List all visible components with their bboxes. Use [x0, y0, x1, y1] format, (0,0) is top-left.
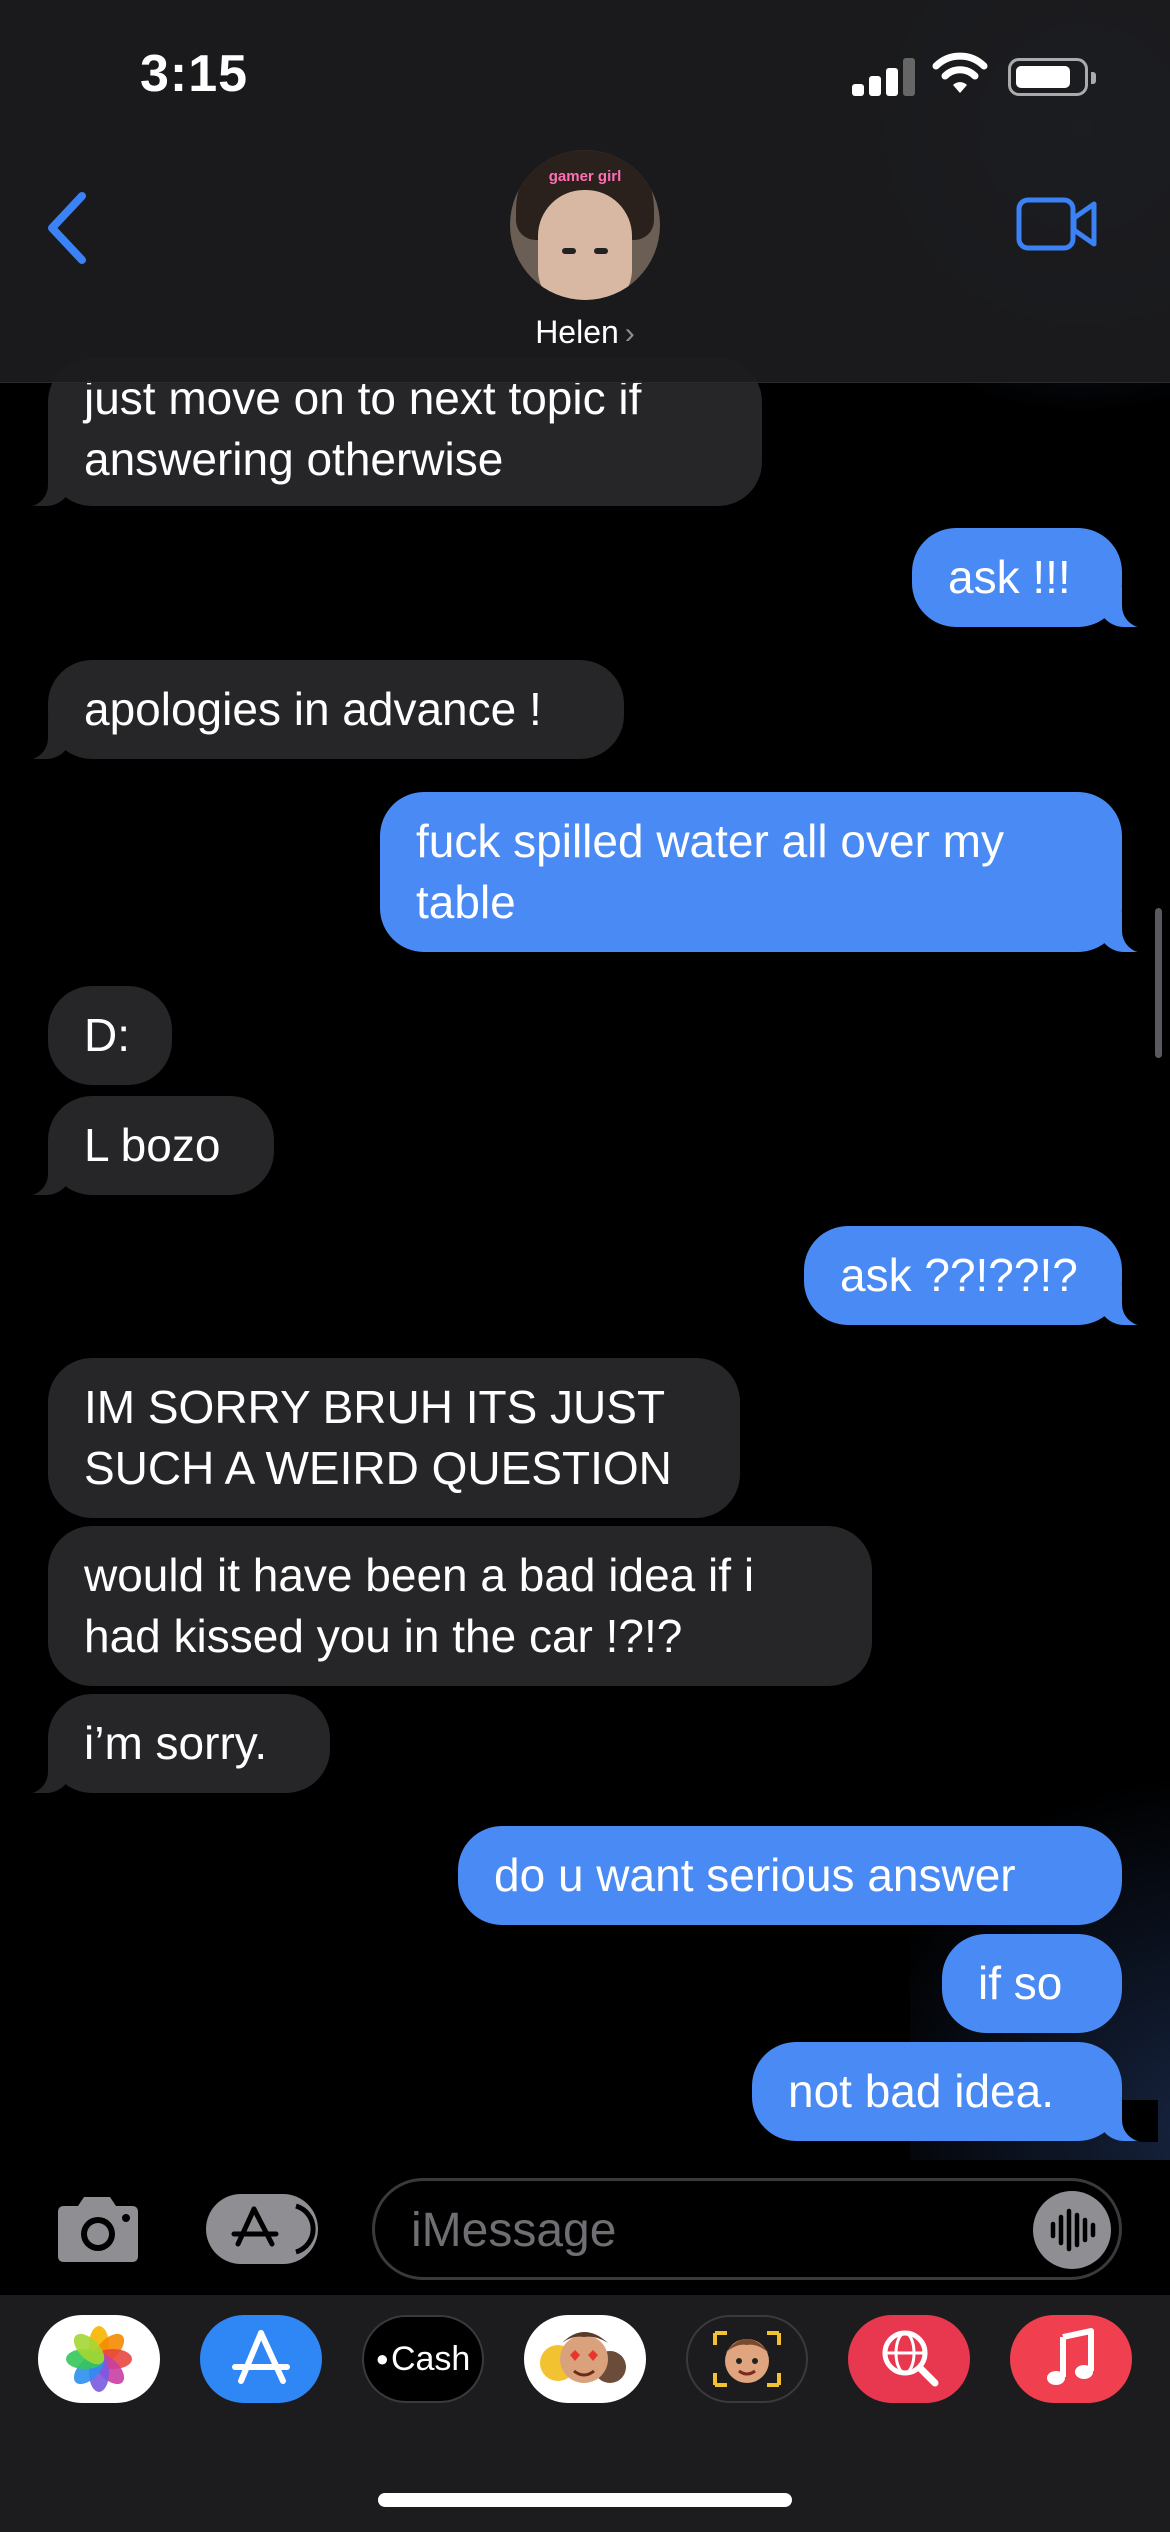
message-line: IM SORRY BRUH ITS JUST [84, 1381, 666, 1433]
message-bubble-incoming[interactable]: L bozo [12, 1096, 274, 1196]
message-line: table [416, 876, 516, 928]
message-bubble-outgoing[interactable]: do u want serious answer [458, 1826, 1122, 1925]
message-bubble-incoming[interactable]: IM SORRY BRUH ITS JUST SUCH A WEIRD QUES… [48, 1358, 740, 1518]
cellular-signal-icon [852, 58, 916, 96]
message-bubble-incoming[interactable]: would it have been a bad idea if i had k… [48, 1526, 872, 1686]
message-line: not bad idea. [788, 2065, 1055, 2117]
message-line: apologies in advance ! [84, 683, 542, 735]
message-bubble-incoming[interactable]: apologies in advance ! [12, 660, 624, 760]
message-input-field[interactable] [372, 2178, 1122, 2280]
contact-name-button[interactable]: Helen › [0, 314, 1170, 351]
avatar-eye [594, 248, 608, 254]
contact-avatar[interactable]: gamer girl [510, 150, 660, 300]
camera-icon[interactable] [52, 2194, 144, 2264]
avatar-caption: gamer girl [548, 168, 622, 185]
message-line: had kissed you in the car !?!? [84, 1610, 683, 1662]
message-line: i’m sorry. [84, 1717, 268, 1769]
message-input[interactable] [409, 2199, 973, 2261]
status-time: 3:15 [140, 45, 249, 103]
images-search-app-icon[interactable] [848, 2315, 970, 2403]
message-bubble-incoming[interactable]: i’m sorry. [12, 1694, 330, 1794]
avatar-eye [562, 248, 576, 254]
chevron-right-icon: › [624, 317, 635, 350]
facetime-video-icon[interactable] [1016, 196, 1098, 252]
app-store-drawer-icon[interactable] [206, 2194, 318, 2264]
message-bubble-outgoing[interactable]: ask !!! [912, 528, 1158, 628]
memoji-stickers-app-icon[interactable] [524, 2315, 646, 2403]
composer-bar [0, 2160, 1170, 2295]
music-app-icon[interactable] [1010, 2315, 1132, 2403]
battery-icon [1008, 58, 1096, 96]
status-bar: 3:15 [0, 0, 1170, 150]
message-bubble-outgoing[interactable]: fuck spilled water all over my table [380, 792, 1158, 953]
message-line: answering otherwise [84, 433, 504, 485]
home-indicator[interactable] [378, 2493, 792, 2507]
apple-cash-label: Cash [390, 2339, 471, 2378]
message-bubble-outgoing[interactable]: not bad idea. [752, 2042, 1158, 2142]
message-line: ask ??!??!? [840, 1249, 1078, 1301]
contact-name: Helen [535, 314, 619, 350]
apple-cash-app-icon[interactable]: ● Cash [362, 2315, 484, 2403]
message-line: fuck spilled water all over my [416, 815, 1004, 867]
message-bubble-incoming[interactable]: D: [48, 986, 172, 1085]
back-chevron-icon[interactable] [38, 188, 98, 268]
message-line: ask !!! [948, 551, 1071, 603]
message-line: SUCH A WEIRD QUESTION [84, 1442, 672, 1494]
message-line: D: [84, 1009, 130, 1061]
message-line: do u want serious answer [494, 1849, 1016, 1901]
scroll-indicator[interactable] [1155, 908, 1162, 1058]
message-bubble-outgoing[interactable]: ask ??!??!? [804, 1226, 1158, 1326]
memoji-app-icon[interactable] [686, 2315, 808, 2403]
message-line: L bozo [84, 1119, 221, 1171]
avatar-face [538, 190, 632, 300]
app-store-app-icon[interactable] [200, 2315, 322, 2403]
apple-logo-icon: ● [375, 2346, 389, 2371]
photos-app-icon[interactable] [38, 2315, 160, 2403]
audio-message-icon[interactable] [1033, 2191, 1111, 2269]
wifi-icon [932, 50, 988, 98]
message-line: if so [978, 1957, 1063, 2009]
message-line: would it have been a bad idea if i [84, 1549, 755, 1601]
message-bubble-outgoing[interactable]: if so [942, 1934, 1122, 2033]
